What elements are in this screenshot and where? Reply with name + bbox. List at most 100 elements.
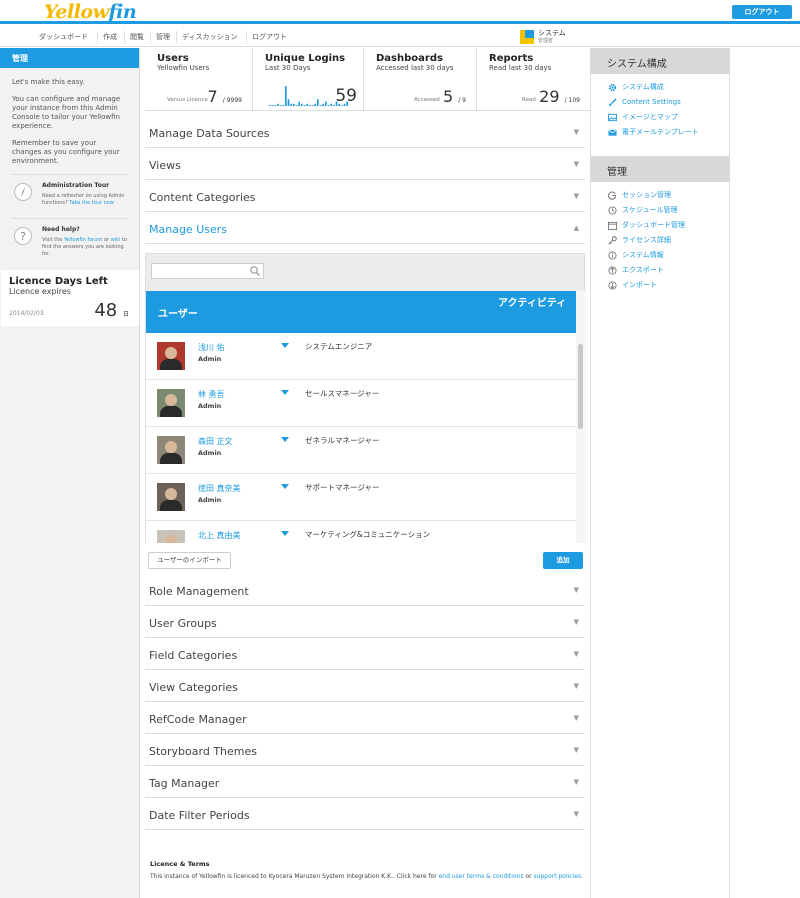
menu-item-session-management[interactable]: セッション管理	[608, 190, 729, 205]
search-icon[interactable]	[249, 265, 261, 277]
stat-title: Reports	[489, 53, 534, 64]
brush-icon	[608, 98, 617, 107]
avatar	[157, 436, 185, 464]
user-avatar-icon	[520, 30, 534, 44]
section-field-categories[interactable]: Field Categories ▼	[145, 638, 585, 670]
tour-title: Administration Tour	[42, 182, 110, 189]
help-text: Visit the	[42, 237, 63, 243]
nav-create[interactable]: 作成	[103, 32, 117, 42]
avatar	[157, 483, 185, 511]
user-name-link[interactable]: 林 勇吾	[198, 389, 225, 400]
mail-icon	[608, 129, 617, 136]
menu-item-system-config[interactable]: システム構成	[608, 82, 729, 97]
nav-discussion[interactable]: ディスカッション	[182, 32, 238, 42]
stat-label: Versus Licence	[167, 97, 208, 103]
left-sidebar: 管理 Let's make this easy. You can configu…	[0, 48, 140, 898]
nav-dashboard[interactable]: ダッシュボード	[39, 32, 88, 42]
menu-item-import[interactable]: インポート	[608, 280, 729, 295]
column-header-activity[interactable]: アクティビティ	[498, 296, 568, 312]
users-scrollbar-thumb[interactable]	[578, 344, 583, 429]
admin-tour-tip: Administration Tour Need a refresher on …	[12, 174, 127, 218]
avatar	[157, 389, 185, 417]
caret-down-icon[interactable]	[281, 531, 289, 536]
stat-total: / 9	[458, 97, 466, 104]
nav-divider	[176, 31, 177, 43]
section-manage-data-sources[interactable]: Manage Data Sources ▼	[145, 116, 585, 148]
section-manage-users[interactable]: Manage Users ▲	[145, 212, 585, 244]
section-role-management[interactable]: Role Management ▼	[145, 574, 585, 606]
user-search-input[interactable]	[151, 263, 264, 279]
stat-subtitle: Yellowfin Users	[157, 64, 210, 72]
menu-item-label: セッション管理	[622, 191, 671, 199]
avatar	[157, 530, 185, 543]
wiki-link[interactable]: wiki	[111, 237, 121, 243]
section-tag-manager[interactable]: Tag Manager ▼	[145, 766, 585, 798]
terms-title: Licence & Terms	[150, 860, 210, 868]
sidebar-header: 管理	[0, 48, 139, 68]
section-label: Manage Users	[149, 223, 227, 236]
caret-down-icon[interactable]	[281, 390, 289, 395]
menu-item-dashboard-management[interactable]: ダッシュボード管理	[608, 220, 729, 235]
stat-unique-logins[interactable]: Unique Logins Last 30 Days 59	[253, 48, 364, 111]
tour-link[interactable]: Take the tour now	[69, 200, 114, 206]
menu-item-label: ライセンス詳細	[622, 236, 671, 244]
caret-down-icon[interactable]	[281, 437, 289, 442]
section-label: User Groups	[149, 617, 217, 630]
menu-item-images-maps[interactable]: イメージとマップ	[608, 112, 729, 127]
nav-admin[interactable]: 管理	[156, 32, 170, 42]
add-user-button[interactable]: 追加	[543, 552, 583, 569]
session-icon	[608, 191, 617, 200]
menu-item-licence-details[interactable]: ライセンス詳細	[608, 235, 729, 250]
stat-label: Read	[522, 97, 536, 103]
table-row[interactable]: 徳田 真奈美 Admin サポートマネージャー	[146, 474, 576, 521]
stat-dashboards[interactable]: Dashboards Accessed last 30 days Accesse…	[364, 48, 477, 111]
user-name-link[interactable]: 北上 真由美	[198, 530, 241, 541]
stat-reports[interactable]: Reports Read last 30 days Read 29 / 109	[477, 48, 590, 111]
user-name-link[interactable]: 浅川 佑	[198, 342, 225, 353]
user-name-link[interactable]: 徳田 真奈美	[198, 483, 241, 494]
stat-title: Users	[157, 53, 189, 64]
sparkline-bar	[282, 105, 284, 106]
menu-item-export[interactable]: エクスポート	[608, 265, 729, 280]
gear-icon	[608, 83, 617, 92]
nav-browse[interactable]: 閲覧	[130, 32, 144, 42]
nav-logout[interactable]: ログアウト	[252, 32, 287, 42]
support-policies-link[interactable]: support policies	[534, 873, 582, 880]
menu-item-content-settings[interactable]: Content Settings	[608, 97, 729, 112]
caret-down-icon[interactable]	[281, 484, 289, 489]
terms-conditions-link[interactable]: end user terms & conditions	[439, 873, 524, 880]
stat-title: Dashboards	[376, 53, 443, 64]
forum-link[interactable]: Yellowfin forum	[64, 237, 102, 243]
section-view-categories[interactable]: View Categories ▼	[145, 670, 585, 702]
table-row[interactable]: 浅川 佑 Admin システムエンジニア	[146, 333, 576, 380]
menu-item-schedule-management[interactable]: スケジュール管理	[608, 205, 729, 220]
yellowfin-logo[interactable]: Yellowfin	[44, 1, 137, 23]
section-label: Views	[149, 159, 181, 172]
section-refcode-manager[interactable]: RefCode Manager ▼	[145, 702, 585, 734]
menu-item-email-templates[interactable]: 電子メールテンプレート	[608, 127, 729, 142]
section-label: Role Management	[149, 585, 249, 598]
chevron-down-icon: ▼	[573, 586, 579, 594]
table-row[interactable]: 林 勇吾 Admin セールスマネージャー	[146, 380, 576, 427]
section-storyboard-themes[interactable]: Storyboard Themes ▼	[145, 734, 585, 766]
user-name-link[interactable]: 森田 正文	[198, 436, 233, 447]
import-users-button[interactable]: ユーザーのインポート	[148, 552, 231, 569]
user-activity: セールスマネージャー	[305, 389, 380, 398]
section-date-filter-periods[interactable]: Date Filter Periods ▼	[145, 798, 585, 830]
column-header-user[interactable]: ユーザー	[158, 305, 198, 320]
menu-item-system-info[interactable]: システム情報	[608, 250, 729, 265]
section-views[interactable]: Views ▼	[145, 148, 585, 180]
menu-item-label: エクスポート	[622, 266, 664, 274]
table-row[interactable]: 森田 正文 Admin ゼネラルマネージャー	[146, 427, 576, 474]
section-user-groups[interactable]: User Groups ▼	[145, 606, 585, 638]
table-row[interactable]: 北上 真由美 Admin マーケティング&コミュニケーション	[146, 521, 576, 543]
stat-total: / 109	[564, 97, 580, 104]
sparkline-bar	[274, 105, 276, 106]
logo-text: Yellow	[44, 1, 109, 23]
logout-button[interactable]: ログアウト	[732, 5, 792, 19]
licence-terms: Licence & Terms This instance of Yellowf…	[150, 860, 590, 880]
caret-down-icon[interactable]	[281, 343, 289, 348]
licence-subtitle: Licence expires	[9, 287, 71, 296]
section-content-categories[interactable]: Content Categories ▼	[145, 180, 585, 212]
stat-users[interactable]: Users Yellowfin Users Versus Licence 7 /…	[145, 48, 253, 111]
